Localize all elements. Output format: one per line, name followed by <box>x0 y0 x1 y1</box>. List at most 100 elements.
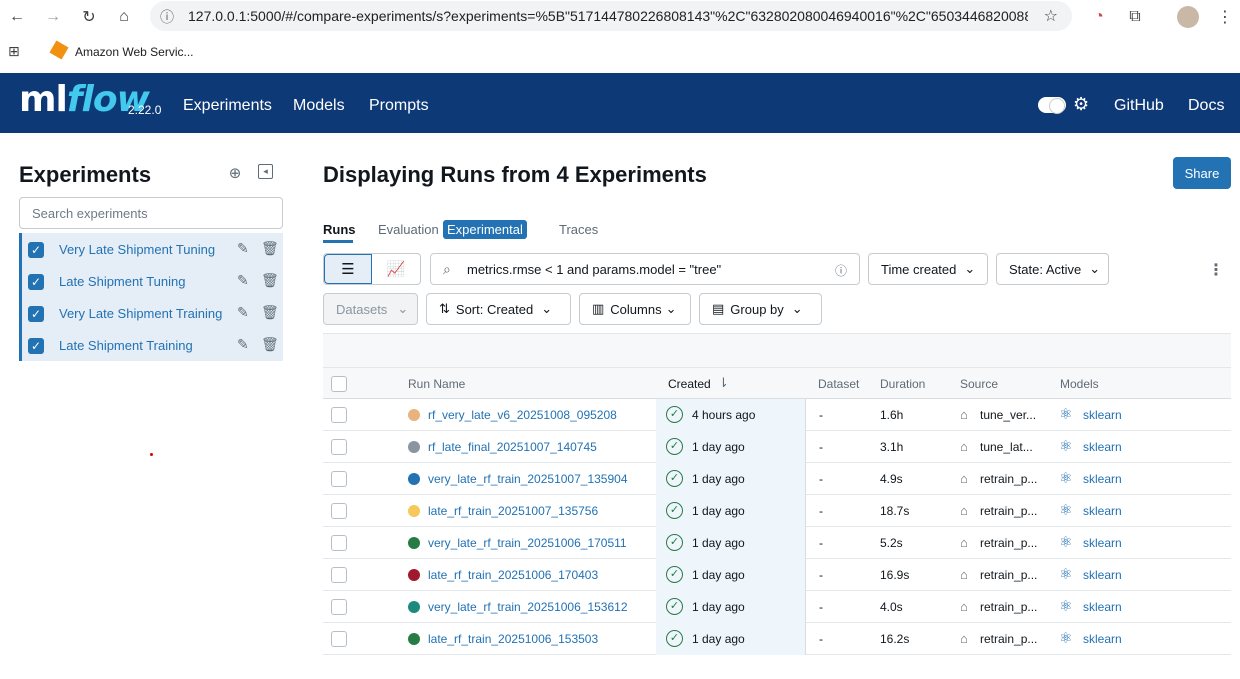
tab-runs[interactable]: Runs <box>323 222 356 237</box>
extension-icon[interactable]: ◔ <box>1088 6 1110 28</box>
source-cell[interactable]: tune_lat... <box>980 440 1033 454</box>
source-cell[interactable]: retrain_p... <box>980 600 1037 614</box>
row-checkbox[interactable] <box>331 503 347 519</box>
row-checkbox[interactable] <box>331 599 347 615</box>
nav-prompts[interactable]: Prompts <box>369 97 429 115</box>
table-row[interactable]: late_rf_train_20251006_153503 ✓ 1 day ago -… <box>323 623 1231 655</box>
checkbox-checked[interactable]: ✓ <box>28 274 44 290</box>
profile-avatar[interactable] <box>1177 6 1199 28</box>
experiment-item[interactable]: ✓ Very Late Shipment Training ✎ 🗑 <box>22 297 283 329</box>
model-link[interactable]: sklearn <box>1083 536 1122 550</box>
run-color-dot[interactable] <box>408 633 420 645</box>
sort-desc-icon[interactable]: ⇂ <box>718 375 729 391</box>
run-name-link[interactable]: very_late_rf_train_20251006_170511 <box>428 536 627 550</box>
bookmark-star-icon[interactable]: ☆ <box>1044 6 1058 26</box>
model-link[interactable]: sklearn <box>1083 440 1122 454</box>
checkbox-checked[interactable]: ✓ <box>28 306 44 322</box>
experiment-label[interactable]: Very Late Shipment Training <box>59 306 222 321</box>
run-color-dot[interactable] <box>408 441 420 453</box>
site-info-icon[interactable]: ⓘ <box>160 7 174 27</box>
trash-icon[interactable]: 🗑 <box>261 240 279 257</box>
experiment-item[interactable]: ✓ Very Late Shipment Tuning ✎ 🗑 <box>22 233 283 265</box>
select-all-checkbox[interactable] <box>331 376 347 392</box>
trash-icon[interactable]: 🗑 <box>261 304 279 321</box>
gear-icon[interactable]: ⚙ <box>1073 94 1089 115</box>
pencil-icon[interactable]: ✎ <box>237 336 249 353</box>
address-bar[interactable]: ⓘ 127.0.0.1:5000/#/compare-experiments/s… <box>150 1 1072 31</box>
tab-traces[interactable]: Traces <box>559 222 598 237</box>
puzzle-icon[interactable]: ⧉ <box>1124 6 1146 28</box>
back-icon[interactable]: ← <box>6 6 28 28</box>
filter-input[interactable]: ⌕ metrics.rmse < 1 and params.model = "t… <box>430 253 860 285</box>
experiment-item[interactable]: ✓ Late Shipment Tuning ✎ 🗑 <box>22 265 283 297</box>
col-duration[interactable]: Duration <box>880 377 925 391</box>
source-cell[interactable]: retrain_p... <box>980 536 1037 550</box>
sort-dropdown[interactable]: ⇅ Sort: Created ⌄ <box>426 293 571 325</box>
search-experiments-input[interactable]: Search experiments <box>19 197 283 229</box>
tab-evaluation[interactable]: Evaluation <box>378 222 439 237</box>
group-by-dropdown[interactable]: ▤ Group by ⌄ <box>699 293 822 325</box>
info-icon[interactable]: ⓘ <box>835 262 847 279</box>
experiment-label[interactable]: Late Shipment Training <box>59 338 193 353</box>
experiment-item[interactable]: ✓ Late Shipment Training ✎ 🗑 <box>22 329 283 361</box>
dark-mode-toggle[interactable] <box>1038 97 1066 114</box>
run-name-link[interactable]: very_late_rf_train_20251006_153612 <box>428 600 628 614</box>
forward-icon[interactable]: → <box>42 6 64 28</box>
col-source[interactable]: Source <box>960 377 998 391</box>
row-checkbox[interactable] <box>331 567 347 583</box>
source-cell[interactable]: retrain_p... <box>980 504 1037 518</box>
model-link[interactable]: sklearn <box>1083 632 1122 646</box>
table-row[interactable]: very_late_rf_train_20251006_153612 ✓ 1 day… <box>323 591 1231 623</box>
run-name-link[interactable]: rf_very_late_v6_20251008_095208 <box>428 408 617 422</box>
run-color-dot[interactable] <box>408 601 420 613</box>
model-link[interactable]: sklearn <box>1083 568 1122 582</box>
run-color-dot[interactable] <box>408 505 420 517</box>
col-run-name[interactable]: Run Name <box>408 377 465 391</box>
row-checkbox[interactable] <box>331 471 347 487</box>
nav-experiments[interactable]: Experiments <box>183 97 272 115</box>
run-color-dot[interactable] <box>408 537 420 549</box>
row-checkbox[interactable] <box>331 439 347 455</box>
model-link[interactable]: sklearn <box>1083 408 1122 422</box>
nav-github[interactable]: GitHub <box>1114 97 1164 115</box>
source-cell[interactable]: retrain_p... <box>980 472 1037 486</box>
row-checkbox[interactable] <box>331 407 347 423</box>
model-link[interactable]: sklearn <box>1083 504 1122 518</box>
columns-dropdown[interactable]: ▥ Columns ⌄ <box>579 293 691 325</box>
nav-docs[interactable]: Docs <box>1188 97 1224 115</box>
reload-icon[interactable]: ↻ <box>78 6 100 28</box>
pencil-icon[interactable]: ✎ <box>237 240 249 257</box>
col-models[interactable]: Models <box>1060 377 1099 391</box>
table-row[interactable]: very_late_rf_train_20251006_170511 ✓ 1 day… <box>323 527 1231 559</box>
apps-grid-icon[interactable]: ⊞ <box>8 43 20 60</box>
table-row[interactable]: rf_very_late_v6_20251008_095208 ✓ 4 hours … <box>323 399 1231 431</box>
source-cell[interactable]: retrain_p... <box>980 632 1037 646</box>
col-dataset[interactable]: Dataset <box>818 377 859 391</box>
run-name-link[interactable]: late_rf_train_20251006_153503 <box>428 632 598 646</box>
table-row[interactable]: very_late_rf_train_20251007_135904 ✓ 1 day… <box>323 463 1231 495</box>
table-row[interactable]: late_rf_train_20251006_170403 ✓ 1 day ago -… <box>323 559 1231 591</box>
source-cell[interactable]: tune_ver... <box>980 408 1036 422</box>
run-name-link[interactable]: rf_late_final_20251007_140745 <box>428 440 597 454</box>
chrome-menu-icon[interactable]: ⋮ <box>1214 6 1236 28</box>
run-name-link[interactable]: late_rf_train_20251006_170403 <box>428 568 598 582</box>
col-created[interactable]: Created <box>668 377 711 391</box>
time-created-dropdown[interactable]: Time created ⌄ <box>868 253 988 285</box>
more-options-icon[interactable]: ⋮ <box>1208 260 1224 280</box>
run-name-link[interactable]: very_late_rf_train_20251007_135904 <box>428 472 628 486</box>
add-experiment-icon[interactable]: ⊕ <box>226 164 244 182</box>
collapse-sidebar-icon[interactable]: ◂ <box>258 164 273 179</box>
checkbox-checked[interactable]: ✓ <box>28 338 44 354</box>
state-dropdown[interactable]: State: Active ⌄ <box>996 253 1109 285</box>
experiment-label[interactable]: Late Shipment Tuning <box>59 274 185 289</box>
run-name-link[interactable]: late_rf_train_20251007_135756 <box>428 504 598 518</box>
run-color-dot[interactable] <box>408 409 420 421</box>
bookmark-aws[interactable]: Amazon Web Servic... <box>75 45 194 59</box>
run-color-dot[interactable] <box>408 473 420 485</box>
pencil-icon[interactable]: ✎ <box>237 304 249 321</box>
row-checkbox[interactable] <box>331 535 347 551</box>
chart-view-icon[interactable]: 📈 <box>372 254 420 284</box>
list-view-icon[interactable]: ☰ <box>324 254 373 284</box>
home-icon[interactable]: ⌂ <box>113 6 135 28</box>
table-row[interactable]: rf_late_final_20251007_140745 ✓ 1 day ago -… <box>323 431 1231 463</box>
